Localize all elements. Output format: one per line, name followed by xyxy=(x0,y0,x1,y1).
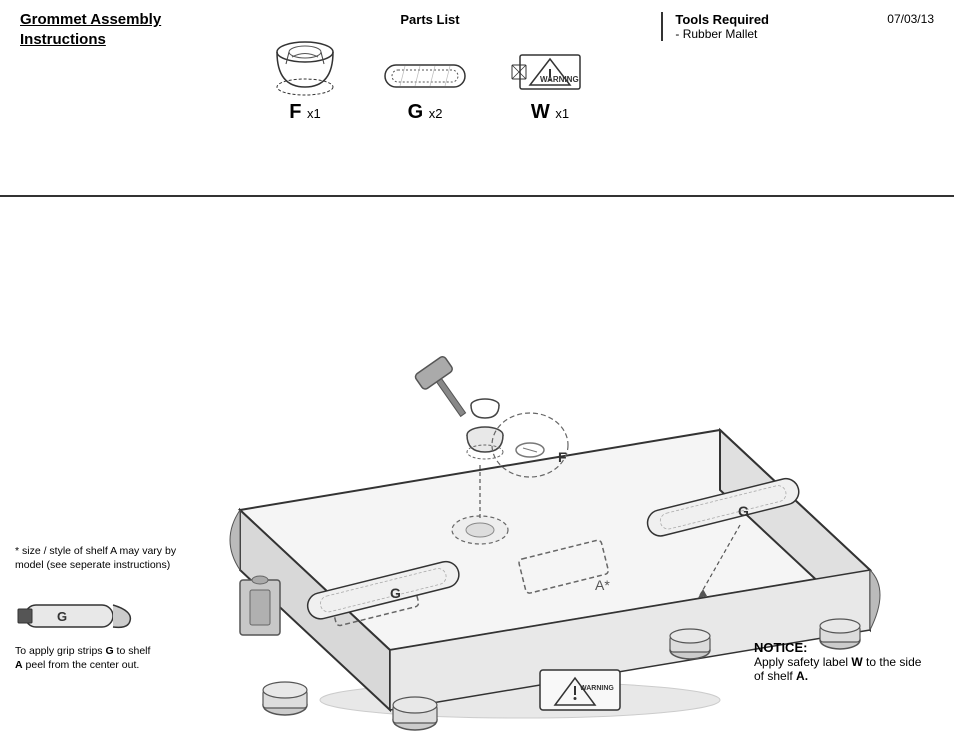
part-F-label: F x1 xyxy=(289,101,321,124)
asterisk-note: * size / style of shelf A may vary by mo… xyxy=(15,544,205,573)
svg-text:F: F xyxy=(558,449,567,465)
svg-text:G: G xyxy=(390,585,401,601)
part-G: G x2 xyxy=(380,57,470,124)
section-divider xyxy=(0,195,954,197)
g-strip-note: To apply grip strips G to shelfA peel fr… xyxy=(15,644,150,673)
svg-text:G: G xyxy=(57,609,67,624)
tools-block: Tools Required - Rubber Mallet xyxy=(661,12,769,41)
g-strip-section: G To apply grip strips G to shelfA peel … xyxy=(15,593,150,673)
page-title: Grommet Assembly Instructions xyxy=(20,10,200,49)
notice-title: NOTICE: xyxy=(754,640,929,655)
parts-list-label: Parts List xyxy=(240,12,620,27)
warning-icon: WARNING xyxy=(510,47,590,97)
tools-item: - Rubber Mallet xyxy=(675,27,769,41)
strip-icon xyxy=(380,57,470,97)
svg-text:WARNING: WARNING xyxy=(580,685,614,692)
svg-text:G: G xyxy=(738,503,749,519)
parts-section: Parts List F x1 xyxy=(240,12,620,124)
g-strip-small-icon: G xyxy=(15,593,145,638)
title-block: Grommet Assembly Instructions xyxy=(20,10,200,49)
tools-title: Tools Required xyxy=(675,12,769,27)
part-W: WARNING W x1 xyxy=(510,47,590,124)
date-text: 07/03/13 xyxy=(887,12,934,26)
notice-block: NOTICE: Apply safety label W to the side… xyxy=(754,640,929,683)
parts-row: F x1 G x2 WARNING xyxy=(240,32,620,124)
part-G-label: G x2 xyxy=(408,101,443,124)
part-W-label: W x1 xyxy=(531,101,569,124)
svg-text:A*: A* xyxy=(595,577,610,593)
grommet-icon xyxy=(270,32,340,97)
notice-text: Apply safety label W to the side of shel… xyxy=(754,655,929,683)
part-F: F x1 xyxy=(270,32,340,124)
svg-text:WARNING: WARNING xyxy=(540,75,579,84)
